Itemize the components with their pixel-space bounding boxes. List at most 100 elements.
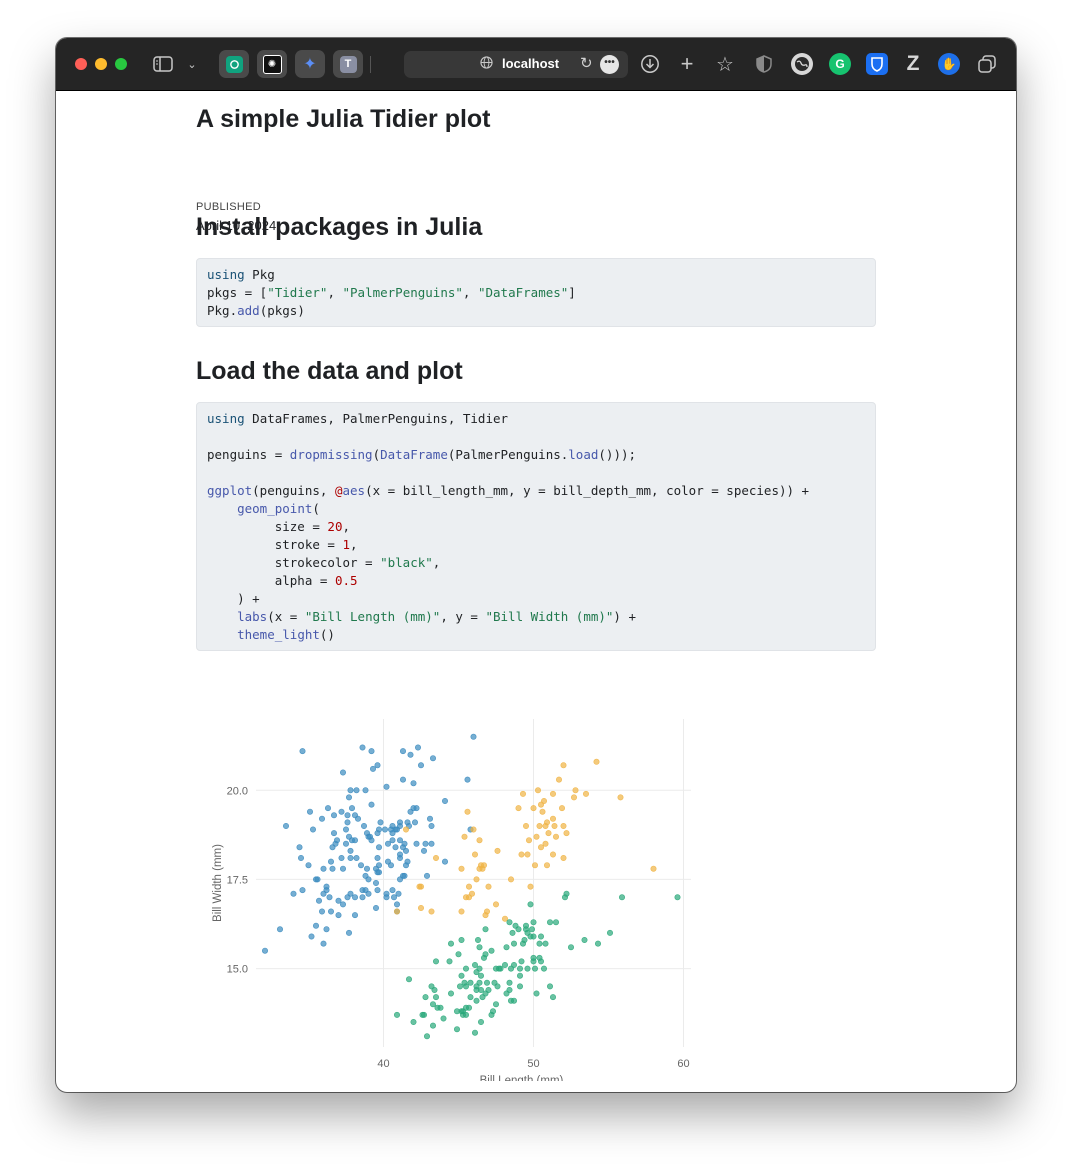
data-point <box>516 965 523 972</box>
close-window-button[interactable] <box>75 58 87 70</box>
data-point <box>582 790 589 797</box>
more-options-icon[interactable]: ••• <box>600 55 619 74</box>
address-bar[interactable]: localhost ↻ ••• <box>404 51 628 78</box>
data-point <box>522 823 529 830</box>
code-line: pkgs = ["Tidier", "PalmerPenguins", "Dat… <box>207 285 576 300</box>
data-point <box>344 812 351 819</box>
data-point <box>374 887 381 894</box>
zotero-icon[interactable]: Z <box>902 52 924 75</box>
code-block-install[interactable]: using Pkg pkgs = ["Tidier", "PalmerPengu… <box>196 258 876 327</box>
data-point <box>328 858 335 865</box>
data-point <box>313 922 320 929</box>
data-point <box>283 823 290 830</box>
bitwarden-icon[interactable] <box>866 53 888 75</box>
data-point <box>376 869 383 876</box>
data-point <box>431 986 438 993</box>
data-point <box>476 965 483 972</box>
chatgpt-icon[interactable] <box>219 50 249 78</box>
zoom-window-button[interactable] <box>115 58 127 70</box>
data-point <box>528 926 535 933</box>
data-point <box>394 908 401 915</box>
data-point <box>352 912 359 919</box>
code-line: size = 20, <box>207 519 351 534</box>
data-point <box>458 865 465 872</box>
data-point <box>277 926 284 933</box>
data-point <box>403 826 410 833</box>
data-point <box>462 983 469 990</box>
data-point <box>546 919 553 926</box>
data-point <box>422 840 429 847</box>
data-point <box>482 926 489 933</box>
grammarly-icon[interactable]: G <box>829 53 851 75</box>
code-line: Pkg.add(pkgs) <box>207 303 305 318</box>
data-point <box>326 894 333 901</box>
code-block-plot[interactable]: using DataFrames, PalmerPenguins, Tidier… <box>196 402 876 651</box>
data-point <box>397 837 404 844</box>
data-point <box>320 865 327 872</box>
data-point <box>388 862 395 869</box>
data-point <box>483 908 490 915</box>
data-point <box>446 958 453 965</box>
published-label: PUBLISHED <box>196 201 262 213</box>
data-point <box>359 744 366 751</box>
data-point <box>482 951 489 958</box>
data-point <box>539 808 546 815</box>
data-point <box>320 940 327 947</box>
scatter-plot: 40 50 60 15.0 17.5 20.0 Bill Length (mm) Bill W… <box>212 719 691 1081</box>
data-point <box>352 837 359 844</box>
data-point <box>385 840 392 847</box>
data-point <box>540 965 547 972</box>
data-point <box>406 976 413 983</box>
data-point <box>362 787 369 794</box>
globe-dark-icon[interactable] <box>791 53 813 75</box>
data-point <box>374 855 381 862</box>
data-point <box>340 865 347 872</box>
data-point <box>448 940 455 947</box>
text-icon[interactable]: T <box>333 50 363 78</box>
y-tick-label: 17.5 <box>227 874 248 886</box>
chevron-down-icon[interactable]: ⌄ <box>180 52 204 76</box>
data-point <box>510 940 517 947</box>
data-point <box>536 940 543 947</box>
data-point <box>543 862 550 869</box>
data-point <box>617 794 624 801</box>
sidebar-toggle-icon[interactable] <box>151 52 175 76</box>
new-tab-icon[interactable]: + <box>675 51 699 76</box>
data-point <box>299 887 306 894</box>
data-point <box>427 815 434 822</box>
data-point <box>422 994 429 1001</box>
data-point <box>470 733 477 740</box>
data-point <box>418 905 425 912</box>
data-point <box>373 880 380 887</box>
data-point <box>359 894 366 901</box>
data-point <box>527 883 534 890</box>
data-point <box>430 1001 437 1008</box>
data-point <box>397 819 404 826</box>
data-point <box>305 862 312 869</box>
data-point <box>319 908 326 915</box>
data-point <box>456 983 463 990</box>
data-point <box>507 876 514 883</box>
data-point <box>483 979 490 986</box>
data-point <box>368 837 375 844</box>
download-icon[interactable] <box>638 52 662 76</box>
data-point <box>410 1018 417 1025</box>
data-point <box>364 865 371 872</box>
bookmark-star-icon[interactable]: ☆ <box>713 52 737 76</box>
tabs-overview-icon[interactable] <box>975 52 999 76</box>
data-point <box>467 994 474 1001</box>
shield-half-icon[interactable] <box>752 52 776 76</box>
data-point <box>373 905 380 912</box>
data-point <box>540 798 547 805</box>
data-point <box>468 890 475 897</box>
privacy-hand-icon[interactable]: ✋ <box>938 53 960 75</box>
reload-icon[interactable]: ↻ <box>580 54 593 72</box>
data-point <box>509 929 516 936</box>
sparkle-icon[interactable]: ✦ <box>295 50 325 78</box>
data-point <box>314 876 321 883</box>
minimize-window-button[interactable] <box>95 58 107 70</box>
brain-icon[interactable]: ✺ <box>257 50 287 78</box>
data-point <box>530 933 537 940</box>
data-point <box>421 1011 428 1018</box>
data-point <box>343 826 350 833</box>
